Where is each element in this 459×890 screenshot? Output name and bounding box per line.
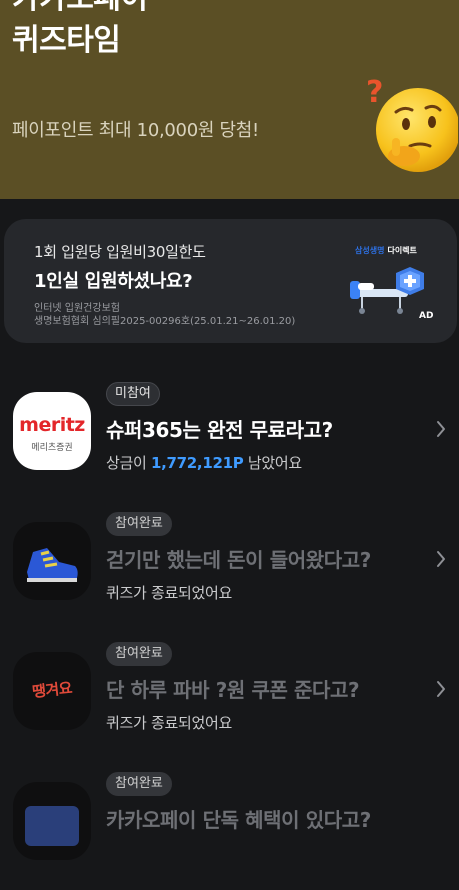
sneaker-icon (27, 548, 78, 582)
quiz-title: 슈퍼365는 완전 무료라고? (106, 418, 333, 442)
hero-title-line1: 카카오페이 (12, 0, 148, 20)
quiz-title: 단 하루 파바 ?원 쿠폰 준다고? (106, 678, 360, 702)
hero-banner[interactable]: 카카오페이 퀴즈타임 페이포인트 최대 10,000원 당첨! ? (0, 0, 459, 199)
ad-headline-small: 1회 입원당 입원비30일한도 (34, 243, 206, 261)
quiz-item[interactable]: 땡겨요 참여완료 단 하루 파바 ?원 쿠폰 준다고? 퀴즈가 종료되었어요 (0, 642, 459, 760)
ad-brand-name: 삼성생명 (355, 246, 385, 255)
ddaenggyeoyo-logo: 땡겨요 (13, 652, 91, 730)
meritz-logo-text: meritz (19, 414, 85, 436)
ad-headline: 1인실 입원하셨나요? (34, 271, 193, 292)
status-badge: 참여완료 (106, 772, 172, 796)
prize-amount: 1,772,121P (150, 454, 244, 472)
prize-prefix: 상금이 (106, 454, 151, 472)
chevron-right-icon[interactable] (436, 420, 446, 438)
quiz-title: 걷기만 했는데 돈이 들어왔다고? (106, 548, 371, 572)
chevron-right-icon[interactable] (436, 680, 446, 698)
quiz-item[interactable]: meritz 메리츠증권 미참여 슈퍼365는 완전 무료라고? 상금이 1,7… (0, 382, 459, 500)
hero-title-line2: 퀴즈타임 (12, 23, 121, 58)
ad-badge: AD (419, 311, 434, 321)
ad-brand-suffix: 다이렉트 (387, 246, 417, 255)
svg-text:?: ? (366, 75, 383, 110)
prize-suffix: 남았어요 (243, 454, 302, 472)
quiz-status-text: 퀴즈가 종료되었어요 (106, 584, 232, 602)
hero-title: 카카오페이 퀴즈타임 (12, 0, 148, 62)
ad-brand: 삼성생명 다이렉트 (355, 245, 417, 256)
quiz-thumbnail (13, 782, 91, 860)
ddaenggyeoyo-logo-text: 땡겨요 (31, 678, 73, 702)
quiz-thumbnail (13, 522, 91, 600)
chevron-right-icon[interactable] (436, 550, 446, 568)
quiz-title: 카카오페이 단독 혜택이 있다고? (106, 808, 371, 832)
ad-note-approval: 생명보험협회 심의필2025-00296호(25.01.21~26.01.20) (34, 316, 296, 327)
ad-card[interactable]: 1회 입원당 입원비30일한도 1인실 입원하셨나요? 인터넷 입원건강보험 생… (4, 219, 457, 343)
quiz-item[interactable]: 참여완료 카카오페이 단독 혜택이 있다고? (0, 772, 459, 890)
hospital-bed-icon (350, 267, 424, 314)
quiz-prize-text: 상금이 1,772,121P 남았어요 (106, 452, 302, 473)
meritz-logo: meritz 메리츠증권 (13, 392, 91, 470)
meritz-logo-subtext: 메리츠증권 (31, 443, 73, 453)
quiz-item[interactable]: 참여완료 걷기만 했는데 돈이 들어왔다고? 퀴즈가 종료되었어요 (0, 512, 459, 630)
hero-subtitle: 페이포인트 최대 10,000원 당첨! (12, 120, 259, 141)
kakaopay-card-icon (25, 806, 79, 846)
status-badge: 참여완료 (106, 512, 172, 536)
status-badge: 미참여 (106, 382, 160, 406)
thinking-face-icon: ? (366, 75, 458, 172)
status-badge: 참여완료 (106, 642, 172, 666)
quiz-status-text: 퀴즈가 종료되었어요 (106, 714, 232, 732)
